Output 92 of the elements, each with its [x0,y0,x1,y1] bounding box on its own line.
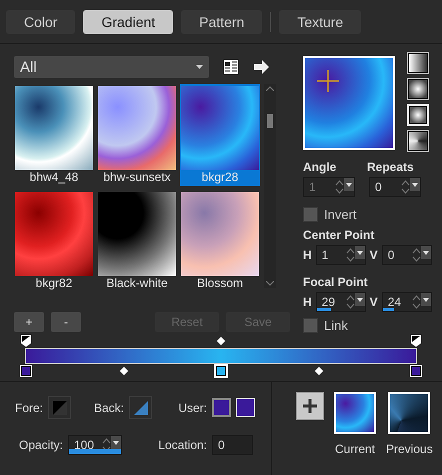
gradient-preset[interactable]: bhw4_48 [14,84,94,186]
gradient-preview[interactable] [303,56,395,150]
field-label: Repeats [367,160,414,174]
preset-name: Black-white [106,276,168,290]
midpoint-marker[interactable] [314,366,323,376]
number-field[interactable]: 0 [382,245,432,265]
preset-button[interactable]: - [51,312,81,332]
gradient-preset[interactable]: bhw-sunsetx [97,84,177,186]
preset-name: bhw-sunsetx [103,170,171,184]
opacity-stop-marker[interactable] [20,334,32,348]
spin-arrows-icon[interactable] [102,438,111,452]
gradient-preset[interactable]: bkgr82 [14,190,94,292]
gradient-bar[interactable] [25,348,417,364]
scroll-down-icon[interactable] [266,281,274,286]
caret-icon [356,298,363,302]
field-label: Fore: [14,400,44,414]
crosshair-icon[interactable] [317,70,339,92]
dropdown-button[interactable] [410,178,420,191]
scroll-up-icon[interactable] [266,86,274,91]
swatch-label: Current [334,442,375,456]
opacity-stop-marker[interactable] [410,334,422,348]
number-field[interactable]: 100 [68,435,122,455]
color-swatch[interactable] [212,398,231,417]
caret-icon [196,65,203,69]
previous-gradient-swatch [388,392,430,434]
caret-icon [412,182,418,186]
checkbox-label: Link [324,318,348,333]
spin-arrows-icon[interactable] [346,295,355,309]
number-field[interactable]: 1 [316,245,366,265]
color-stop-marker[interactable] [20,365,32,377]
dropdown-button[interactable] [354,293,365,306]
gradient-style-button[interactable] [407,78,429,100]
field-label: H [303,248,312,262]
checkbox[interactable] [303,318,318,333]
dropdown-button[interactable] [420,246,431,259]
section-label: Focal Point [303,275,368,289]
category-dropdown[interactable]: All [14,56,209,78]
tab[interactable]: Texture [279,10,362,34]
gradient-preset[interactable]: bkgr28 [180,84,260,186]
dropdown-button[interactable] [111,436,121,449]
gradient-preset[interactable]: Blossom [180,190,260,292]
tab[interactable]: Gradient [83,10,174,34]
preset-name: Blossom [196,276,243,290]
color-stop-marker[interactable] [410,365,422,377]
add-button[interactable] [296,392,324,420]
preset-button[interactable]: + [14,312,44,332]
preset-name: bkgr28 [202,170,238,184]
preset-name: bkgr82 [36,276,72,290]
checkbox-label: Invert [324,207,357,222]
field-label: V [370,248,378,262]
field-label: V [370,295,378,309]
preset-name: bhw4_48 [30,170,78,184]
field-label: Location: [157,438,208,452]
spin-arrows-icon[interactable] [401,180,410,194]
location-field[interactable]: 0 [212,435,253,455]
swatch-label: Previous [386,442,433,456]
tab[interactable]: Pattern [181,10,262,34]
section-label: Center Point [303,228,374,242]
midpoint-marker[interactable] [119,366,128,376]
number-field[interactable]: 0 [369,177,421,197]
caret-icon [356,250,363,254]
checkbox[interactable] [303,207,318,222]
number-field[interactable]: 24 [382,292,432,312]
field-label: H [303,295,312,309]
list-icon[interactable] [223,59,239,75]
field-label: User: [177,400,208,414]
plus-icon [303,399,317,413]
dropdown-button[interactable] [420,293,431,306]
number-field[interactable]: 29 [316,292,366,312]
arrow-right-icon[interactable] [253,60,269,74]
caret-icon [422,250,429,254]
gradient-preset[interactable]: Black-white [97,190,177,292]
caret-icon [113,440,119,444]
current-gradient-swatch [334,392,376,434]
scrollbar[interactable] [264,84,276,288]
foreground-swatch-icon[interactable] [48,396,71,419]
spin-arrows-icon[interactable] [346,248,355,262]
field-label: Back: [92,400,125,414]
gradient-style-button[interactable] [407,52,429,74]
spin-arrows-icon[interactable] [412,295,421,309]
color-stop-marker[interactable] [215,365,227,377]
caret-icon [346,182,352,186]
gradient-style-button[interactable] [407,130,429,152]
tab[interactable]: Color [6,10,76,34]
field-label: Opacity: [18,438,64,452]
spin-arrows-icon[interactable] [412,248,421,262]
caret-icon [422,298,429,302]
scroll-thumb[interactable] [267,114,273,128]
background-swatch-icon[interactable] [129,396,152,419]
dropdown-button[interactable] [354,246,365,259]
field-label: Angle [303,160,338,174]
midpoint-marker[interactable] [216,336,226,346]
